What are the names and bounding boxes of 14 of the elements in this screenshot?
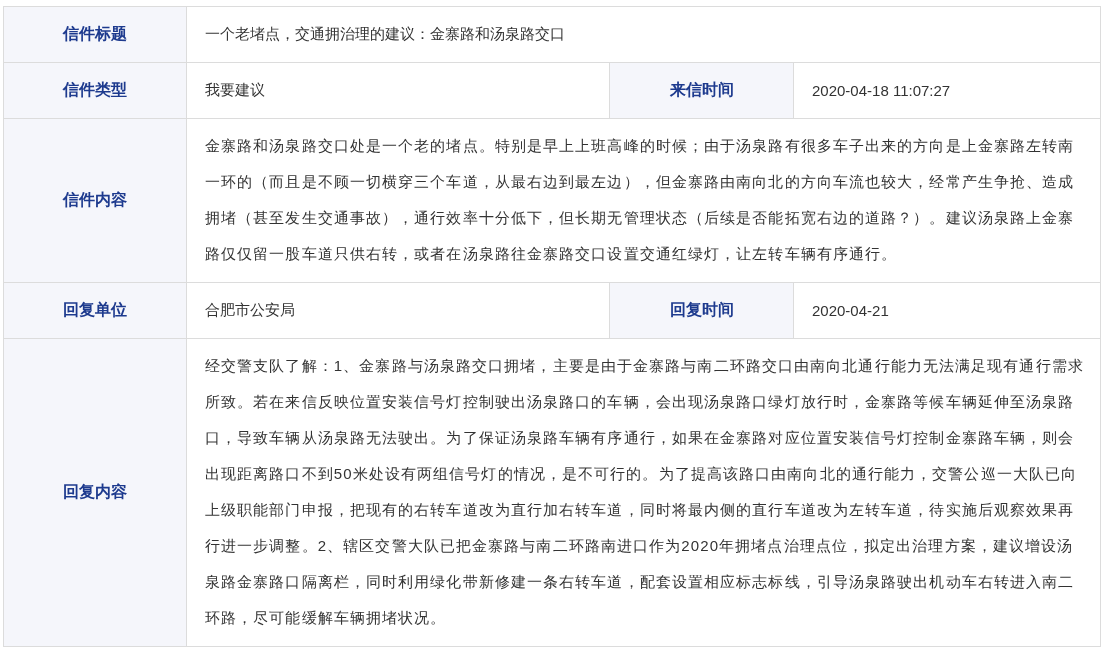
field-value: 我要建议 <box>205 81 265 100</box>
paragraph-text: 金寨路和汤泉路交口处是一个老的堵点。特别是早上上班高峰的时候；由于汤泉路有很多车子出来的方向是上金寨路左转南一环的（而且是不顾一切横穿三个车道，从最右边到最左边），但金寨路由南向北的方向车流也较大，经常产生争抢、造成拥堵（甚至发生交通事故），通行效率十分低下，但长期无管理状态（后续是否能拓宽右边的道路？）。建议汤泉路上金寨路仅仅留一股车道只供右转，或者在汤泉路往金寨路交口设置交通红绿灯，让左转车辆有序通行。 <box>205 136 1076 264</box>
field-value: 一个老堵点，交通拥治理的建议：金寨路和汤泉路交口 <box>205 25 565 44</box>
field-label: 回复时间 <box>669 300 734 320</box>
field-label: 信件标题 <box>63 24 127 44</box>
field-value: 2020-04-21 <box>812 302 889 319</box>
field-label: 信件内容 <box>63 190 127 210</box>
field-label: 来信时间 <box>669 80 734 100</box>
field-label: 回复单位 <box>63 300 127 320</box>
field-value: 2020-04-18 11:07:27 <box>812 82 951 99</box>
field-label: 回复内容 <box>63 482 127 502</box>
field-value: 合肥市公安局 <box>205 301 295 320</box>
paragraph-text: 经交警支队了解：1、金寨路与汤泉路交口拥堵，主要是由于金寨路与南二环路交口由南向北通行能力无法满足现有通行需求所致。若在来信反映位置安装信号灯控制驶出汤泉路口的车辆，会出现汤泉路口绿灯放行时，金寨路等候车辆延伸至汤泉路口，导致车辆从汤泉路无法驶出。为了保证汤泉路车辆有序通行，如果在金寨路对应位置安装信号灯控制金寨路车辆，则会出现距离路口不到50米处设有两组信号灯的情况，是不可行的。为了提高该路口由南向北的通行能力，交警公巡一大队已向上级职能部门申报，把现有的右转车道改为直行加右转车道，同时将最内侧的直行车道改为左转车道，待实施后观察效果再行进一步调整。2、辖区交警大队已把金寨路与南二环路南进口作为2020年拥堵点治理点位，拟定出治理方案，建议增设汤泉路金寨路口隔离栏，同时利用绿化带新修建一条右转车道，配套设置相应标志标线，引导汤泉路驶出机动车右转进入南二环路，尽可能缓解车辆拥堵状况。 <box>205 356 1085 628</box>
field-label: 信件类型 <box>63 80 127 100</box>
